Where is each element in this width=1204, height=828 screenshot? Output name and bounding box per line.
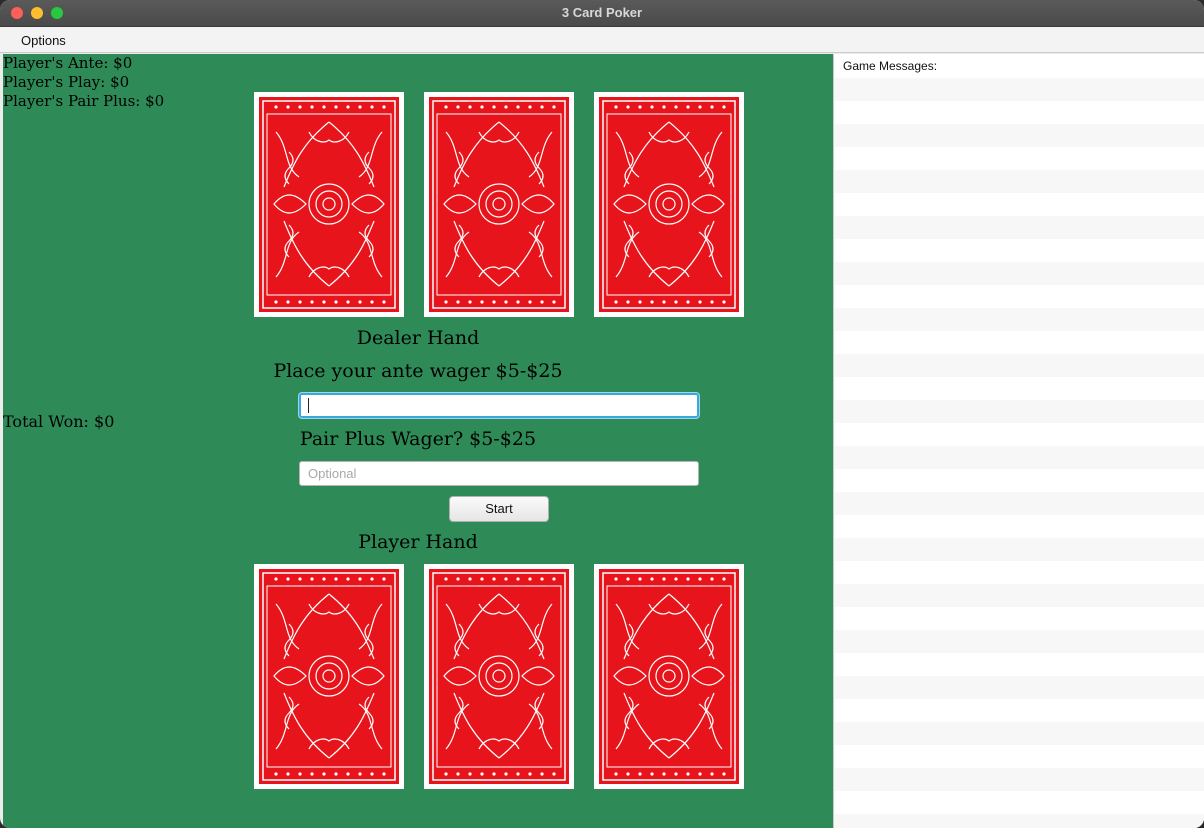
title-bar: 3 Card Poker [0, 0, 1204, 27]
list-item [834, 676, 1204, 699]
play-amount: Player's Play: $0 [3, 73, 130, 91]
dealer-card-1 [254, 92, 404, 317]
game-messages-panel[interactable]: Game Messages: [833, 54, 1204, 828]
player-hand-label: Player Hand [358, 531, 478, 553]
text-caret [308, 398, 309, 413]
list-item [834, 722, 1204, 745]
list-item [834, 216, 1204, 239]
pair-plus-input[interactable] [299, 461, 699, 486]
card-back-icon [594, 92, 744, 317]
list-item [834, 630, 1204, 653]
game-messages-header: Game Messages: [843, 59, 938, 73]
card-back-icon [424, 92, 574, 317]
card-back-icon [254, 92, 404, 317]
menu-bar: Options [0, 27, 1204, 53]
player-card-2 [424, 564, 574, 789]
player-card-3 [594, 564, 744, 789]
ante-input[interactable] [299, 393, 699, 418]
player-card-1 [254, 564, 404, 789]
window-title: 3 Card Poker [561, 5, 643, 20]
list-item [834, 308, 1204, 331]
list-item [834, 814, 1204, 828]
poker-table: Player's Ante: $0 Player's Play: $0 Play… [3, 54, 833, 828]
ante-amount: Player's Ante: $0 [3, 54, 133, 72]
card-back-icon [594, 564, 744, 789]
list-item [834, 492, 1204, 515]
list-item [834, 78, 1204, 101]
list-item [834, 354, 1204, 377]
card-back-icon [254, 564, 404, 789]
list-item [834, 170, 1204, 193]
dealer-hand-label: Dealer Hand [356, 327, 480, 349]
list-item [834, 768, 1204, 791]
pair-plus-prompt: Pair Plus Wager? $5-$25 [299, 428, 537, 450]
list-item [834, 538, 1204, 561]
dealer-card-3 [594, 92, 744, 317]
list-item [834, 446, 1204, 469]
start-button[interactable]: Start [449, 496, 549, 522]
list-item [834, 262, 1204, 285]
card-back-icon [424, 564, 574, 789]
app-window: 3 Card Poker Options Player's Ante: $0 P… [0, 0, 1204, 828]
list-item [834, 400, 1204, 423]
pair-plus-amount: Player's Pair Plus: $0 [3, 92, 165, 110]
list-item [834, 584, 1204, 607]
list-item [834, 124, 1204, 147]
menu-options[interactable]: Options [21, 33, 66, 48]
dealer-card-2 [424, 92, 574, 317]
ante-prompt: Place your ante wager $5-$25 [273, 360, 563, 382]
